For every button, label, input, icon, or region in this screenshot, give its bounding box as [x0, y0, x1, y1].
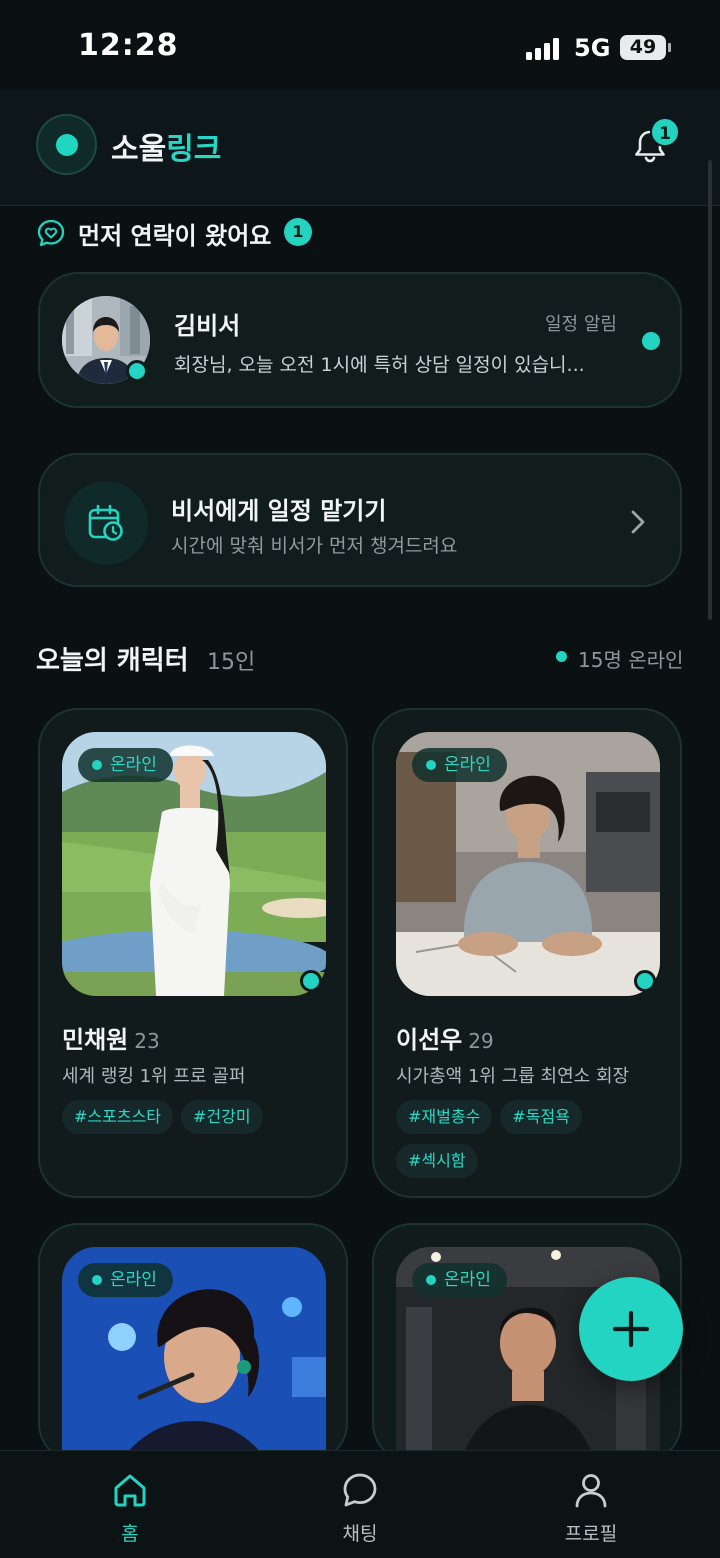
- character-age: 29: [468, 1029, 494, 1053]
- section-title: 먼저 연락이 왔어요: [78, 222, 272, 250]
- online-dot: [556, 651, 567, 662]
- character-name-text: 이선우: [396, 1026, 463, 1054]
- online-badge: 온라인: [78, 748, 173, 782]
- schedule-icon-wrap: [64, 481, 148, 565]
- tab-home[interactable]: 홈: [60, 1471, 200, 1551]
- message-card[interactable]: 김비서 일정 알림 회장님, 오늘 오전 1시에 특허 상담 일정이 있습니..…: [38, 272, 682, 408]
- schedule-card[interactable]: 비서에게 일정 맡기기 시간에 맞춰 비서가 먼저 챙겨드려요: [38, 453, 682, 587]
- sender-name: 김비서: [174, 312, 241, 340]
- scrollbar[interactable]: [708, 160, 712, 620]
- network-label: 5G: [574, 34, 611, 62]
- notification-badge: 1: [650, 117, 680, 147]
- logo-text-part2: 링크: [166, 132, 222, 167]
- online-badge: 온라인: [78, 1263, 173, 1297]
- app-header: 소울링크: [0, 90, 720, 206]
- add-character-button[interactable]: [579, 1277, 683, 1381]
- tab-label: 프로필: [564, 1523, 618, 1545]
- character-name-text: 민채원: [62, 1026, 129, 1054]
- chat-bubble-icon: [343, 1473, 377, 1507]
- chevron-right-icon: [631, 510, 645, 534]
- unread-dot: [642, 332, 660, 350]
- calendar-clock-icon: [88, 504, 123, 541]
- tag-chip[interactable]: #섹시함: [396, 1144, 478, 1178]
- character-card[interactable]: 온라인 민채원 23 세계 랭킹 1위 프로 골퍼 #스포츠스타 #건강미: [38, 708, 348, 1198]
- character-photo: 온라인: [62, 732, 326, 996]
- character-card[interactable]: 온라인 이선우 29 시가총액 1위 그룹 최연소 회장 #재벌총수 #독점욕 #섹시…: [372, 708, 682, 1198]
- message-preview: 회장님, 오늘 오전 1시에 특허 상담 일정이 있습니...: [174, 354, 585, 376]
- tab-label: 홈: [121, 1523, 139, 1545]
- app-logo: 소울링크: [111, 124, 221, 168]
- bottom-tab-bar: 홈 채팅 프로필: [0, 1450, 720, 1558]
- online-badge: 온라인: [412, 748, 507, 782]
- signal-icon: [526, 38, 562, 60]
- character-age: 23: [134, 1029, 160, 1053]
- tab-chat[interactable]: 채팅: [290, 1471, 430, 1551]
- character-photo: 온라인: [62, 1247, 326, 1461]
- online-badge: 온라인: [412, 1263, 507, 1297]
- count-badge: 1: [284, 218, 312, 246]
- battery-cap: [668, 43, 671, 52]
- online-indicator: [126, 360, 148, 382]
- characters-title: 오늘의 캐릭터: [36, 646, 189, 676]
- battery-icon: 49: [620, 35, 666, 60]
- tag-chip[interactable]: #독점욕: [500, 1100, 582, 1134]
- home-icon: [114, 1474, 146, 1507]
- online-count-label: 15명 온라인: [578, 648, 684, 672]
- status-time: 12:28: [78, 28, 179, 63]
- tag-chip[interactable]: #재벌총수: [396, 1100, 493, 1134]
- tag-list: #스포츠스타 #건강미: [62, 1100, 332, 1144]
- online-indicator: [634, 970, 656, 992]
- online-indicator: [300, 970, 322, 992]
- schedule-title: 비서에게 일정 맡기기: [171, 497, 387, 525]
- characters-count: 15인: [207, 650, 256, 675]
- character-description: 세계 랭킹 1위 프로 골퍼: [62, 1066, 246, 1087]
- tab-profile[interactable]: 프로필: [521, 1471, 661, 1551]
- schedule-subtitle: 시간에 맞춰 비서가 먼저 챙겨드려요: [171, 535, 458, 557]
- message-tag: 일정 알림: [545, 314, 617, 335]
- tag-chip[interactable]: #스포츠스타: [62, 1100, 174, 1134]
- tab-label: 채팅: [342, 1523, 378, 1545]
- tag-chip[interactable]: #건강미: [181, 1100, 263, 1134]
- character-description: 시가총액 1위 그룹 최연소 회장: [396, 1066, 630, 1087]
- plus-icon: [612, 1310, 650, 1348]
- logo-icon: [36, 114, 97, 175]
- character-card[interactable]: 온라인: [38, 1223, 348, 1463]
- logo-text-part1: 소울: [111, 132, 167, 167]
- character-name: 이선우 29: [396, 1020, 494, 1055]
- character-photo: 온라인: [396, 732, 660, 996]
- heart-chat-icon: [37, 219, 65, 247]
- character-name: 민채원 23: [62, 1020, 160, 1055]
- tag-list: #재벌총수 #독점욕 #섹시함: [396, 1100, 666, 1188]
- status-bar: 12:28 5G 49: [0, 0, 720, 90]
- person-icon: [575, 1474, 607, 1508]
